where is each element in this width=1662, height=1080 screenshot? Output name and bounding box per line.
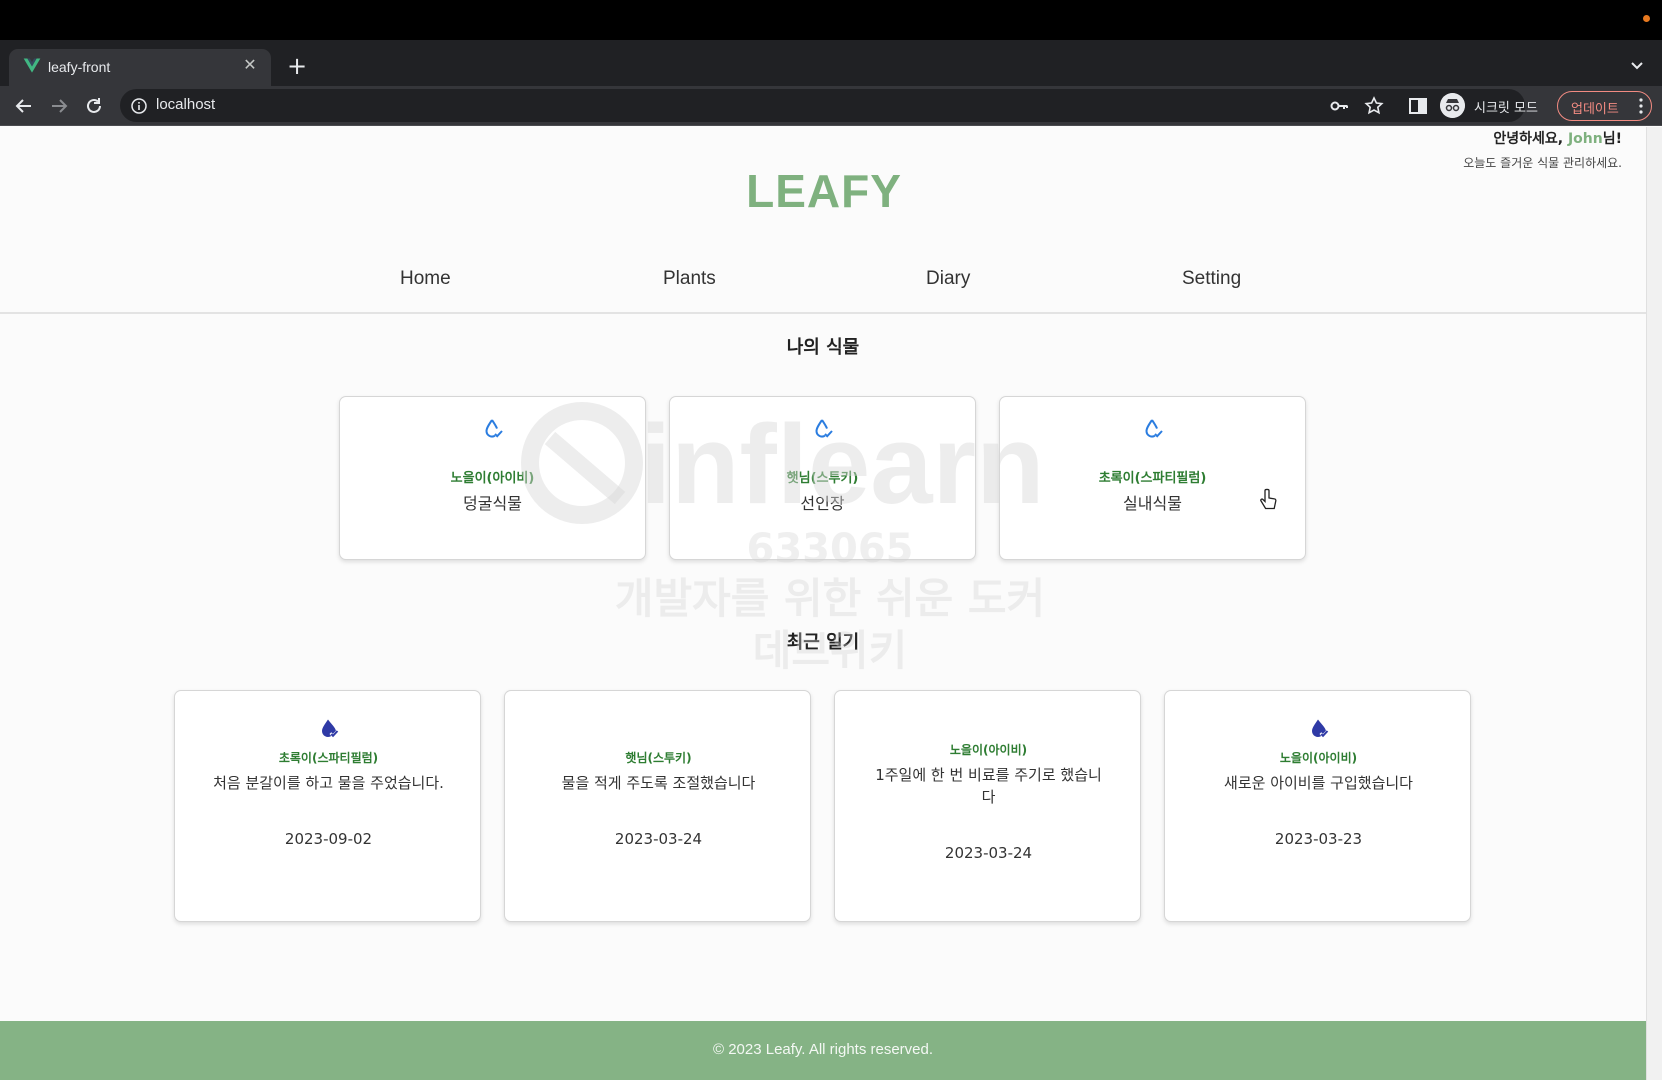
hand-pointer-cursor-icon [1260,488,1277,510]
water-drop-check-filled-icon [321,719,338,738]
plant-type: 덩굴식물 [463,494,522,513]
site-info-icon[interactable] [130,97,148,115]
page-scrollbar[interactable] [1646,127,1662,1080]
water-drop-check-outline-icon [814,419,833,438]
nav-home[interactable]: Home [400,268,451,290]
new-tab-icon[interactable]: + [284,54,310,80]
diary-plant-name: 초록이(스파티필럼) [278,751,379,765]
browser-toolbar: localhost 시크릿 모드 업데이트 [0,86,1662,126]
url-text: localhost [156,96,216,113]
diary-card[interactable]: 노을이(아이비) 1주일에 한 번 비료를 주기로 했습니다 2023-03-2… [834,690,1141,922]
greeting-line: 안녕하세요, John님! [1463,128,1622,148]
greeting-prefix: 안녕하세요, [1493,131,1568,147]
plant-card[interactable]: 초록이(스파티필럼) 실내식물 [999,396,1306,560]
update-button[interactable]: 업데이트 [1557,91,1652,121]
user-name: John [1567,131,1603,147]
plant-name: 노을이(아이비) [450,471,535,486]
diary-card[interactable]: 햇님(스투키) 물을 적게 주도록 조절했습니다 2023-03-24 [504,690,811,922]
plant-card[interactable]: 햇님(스투키) 선인장 [669,396,976,560]
diary-text: 처음 분갈이를 하고 물을 주었습니다. [213,774,444,792]
plant-type: 선인장 [800,494,845,513]
plant-name: 초록이(스파티필럼) [1098,471,1207,486]
more-vert-icon [1639,98,1643,114]
incognito-icon [1440,93,1465,118]
diary-date: 2023-09-02 [284,830,373,848]
diary-card[interactable]: 초록이(스파티필럼) 처음 분갈이를 하고 물을 주었습니다. 2023-09-… [174,690,481,922]
reload-icon[interactable] [83,95,105,117]
vue-logo-icon [23,58,41,73]
diary-text: 새로운 아이비를 구입했습니다 [1224,774,1413,792]
os-menu-bar [0,0,1662,40]
water-drop-check-outline-icon [484,419,503,438]
bookmark-star-icon[interactable] [1364,96,1384,116]
side-panel-icon[interactable] [1408,96,1428,116]
recording-indicator [1643,15,1650,22]
plant-name: 햇님(스투키) [786,471,859,486]
address-bar[interactable]: localhost [120,89,1525,122]
key-icon[interactable] [1329,96,1349,116]
browser-tab[interactable]: leafy-front ✕ [9,49,271,86]
footer-copyright: © 2023 Leafy. All rights reserved. [712,1041,934,1058]
diary-date: 2023-03-24 [944,844,1033,862]
diary-text: 물을 적게 주도록 조절했습니다 [561,774,756,792]
chevron-down-icon[interactable] [1626,54,1648,76]
update-label: 업데이트 [1571,102,1619,117]
tab-title: leafy-front [48,59,111,75]
diary-plant-name: 노을이(아이비) [949,743,1028,757]
back-arrow-icon[interactable] [13,95,35,117]
browser-tab-strip: leafy-front ✕ + [0,40,1662,86]
plant-card[interactable]: 노을이(아이비) 덩굴식물 [339,396,646,560]
nav-divider [0,312,1646,314]
close-tab-icon[interactable]: ✕ [239,55,261,77]
leafy-logo[interactable]: LEAFY [0,164,1648,218]
incognito-label: 시크릿 모드 [1474,101,1538,116]
nav-setting[interactable]: Setting [1182,268,1241,290]
diary-plant-name: 노을이(아이비) [1279,751,1358,765]
watermark-line1: 개발자를 위한 쉬운 도커 [614,574,1046,623]
diary-date: 2023-03-23 [1274,830,1363,848]
diary-plant-name: 햇님(스투키) [625,751,692,765]
diary-card[interactable]: 노을이(아이비) 새로운 아이비를 구입했습니다 2023-03-23 [1164,690,1471,922]
recent-diary-title: 최근 일기 [786,632,860,653]
diary-date: 2023-03-24 [614,830,703,848]
forward-arrow-icon[interactable] [48,95,70,117]
greeting-suffix: 님! [1602,131,1622,147]
nav-plants[interactable]: Plants [663,268,716,290]
nav-diary[interactable]: Diary [926,268,970,290]
water-drop-check-outline-icon [1144,419,1163,438]
my-plants-title: 나의 식물 [786,337,860,358]
footer: © 2023 Leafy. All rights reserved. [0,1021,1646,1080]
diary-text: 1주일에 한 번 비료를 주기로 했습니다 [875,766,1102,806]
water-drop-check-filled-icon [1311,719,1328,738]
